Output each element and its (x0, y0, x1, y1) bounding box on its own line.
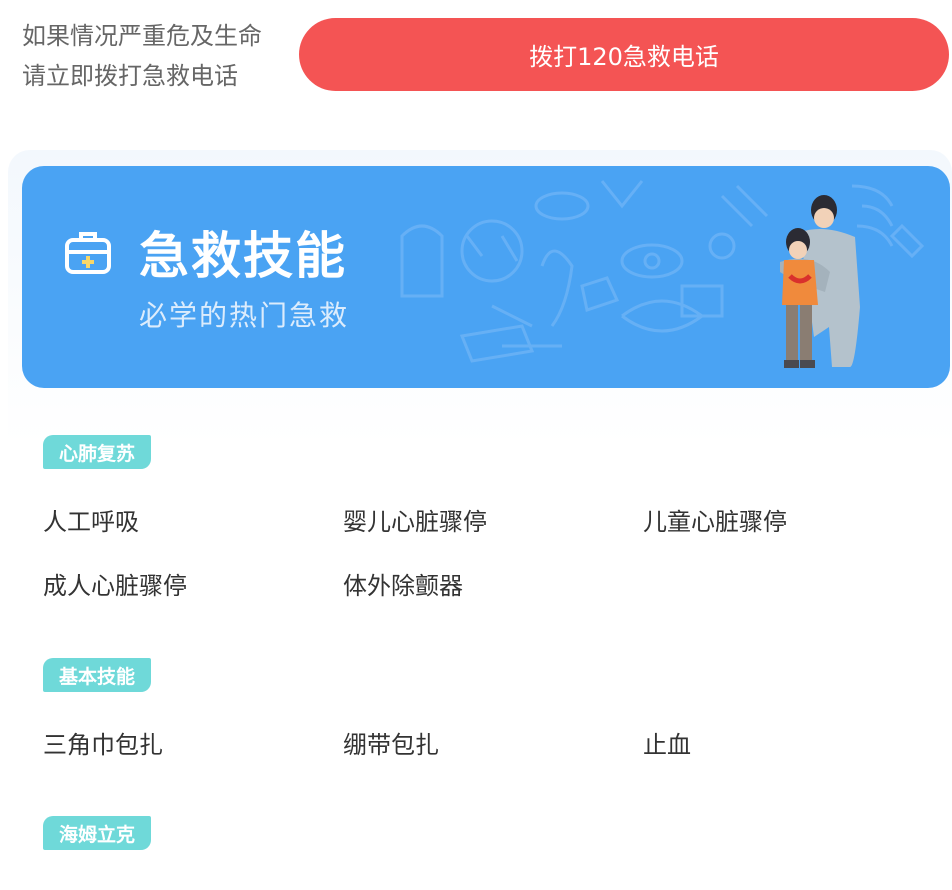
first-aid-kit-icon (65, 232, 111, 274)
banner-subtitle: 必学的热门急救 (139, 299, 350, 332)
banner-title: 急救技能 (139, 227, 347, 285)
list-item-child-cardiac-arrest[interactable]: 儿童心脏骤停 (643, 502, 787, 537)
list-item-aed[interactable]: 体外除颤器 (343, 566, 463, 601)
emergency-call-bar: 如果情况严重危及生命 请立即拨打急救电话 拨打120急救电话 (0, 0, 952, 110)
list-item-triangular-bandage[interactable]: 三角巾包扎 (43, 725, 163, 760)
tag-basic-skills: 基本技能 (43, 658, 151, 692)
list-item-stop-bleeding[interactable]: 止血 (643, 725, 691, 760)
emergency-warning: 如果情况严重危及生命 请立即拨打急救电话 (22, 16, 262, 96)
tag-heimlich: 海姆立克 (43, 816, 151, 850)
warning-line-2: 请立即拨打急救电话 (22, 62, 238, 90)
list-item-adult-cardiac-arrest[interactable]: 成人心脏骤停 (43, 566, 187, 601)
call-120-button[interactable]: 拨打120急救电话 (299, 18, 949, 91)
list-item-roller-bandage[interactable]: 绷带包扎 (343, 725, 439, 760)
heimlich-illustration (780, 195, 860, 368)
warning-line-1: 如果情况严重危及生命 (22, 22, 262, 50)
list-item-infant-cardiac-arrest[interactable]: 婴儿心脏骤停 (343, 502, 487, 537)
tag-cpr: 心肺复苏 (43, 435, 151, 469)
list-item-artificial-respiration[interactable]: 人工呼吸 (43, 502, 139, 537)
